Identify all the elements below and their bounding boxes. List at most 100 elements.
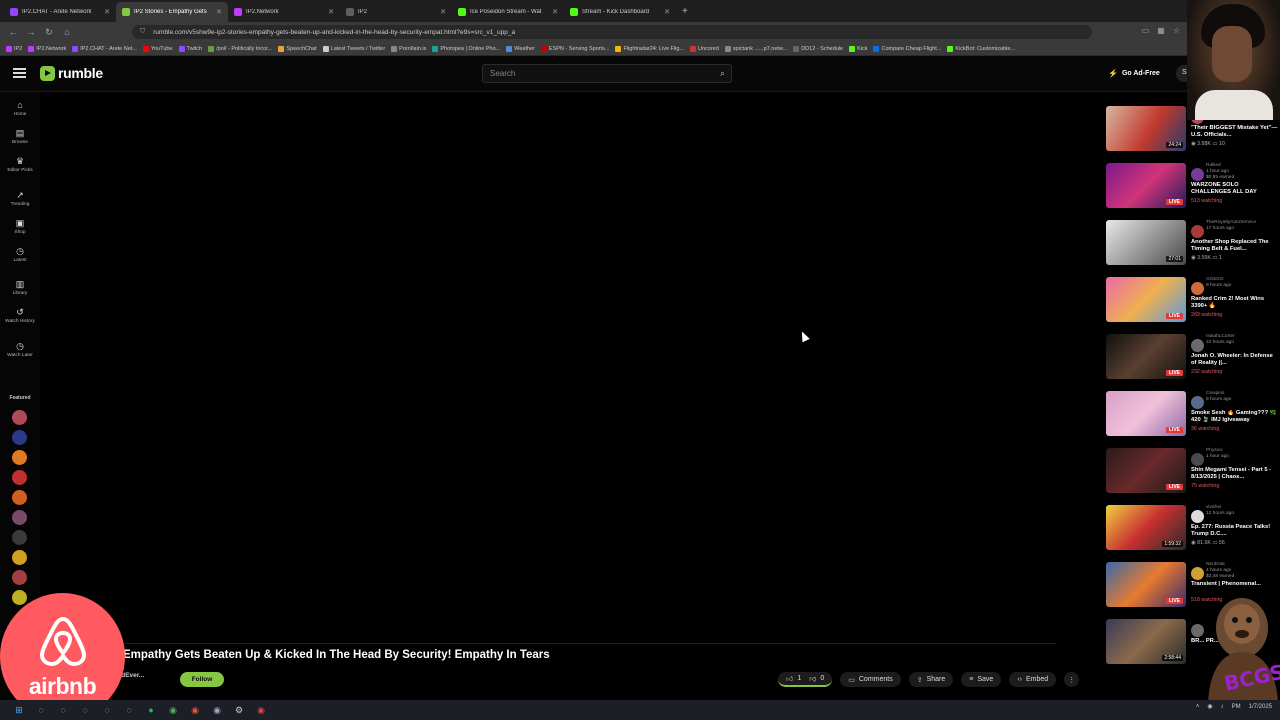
taskbar-app-icon[interactable]: ◌: [99, 704, 115, 716]
search-icon[interactable]: ⌕: [720, 68, 725, 79]
recording-icon[interactable]: ◉: [253, 704, 269, 716]
bookmark-item[interactable]: spictank ......p7.netw...: [724, 45, 787, 52]
browser-tab[interactable]: Stream - Kick Dashboard ✕: [564, 2, 676, 22]
taskbar-app-icon[interactable]: ◌: [121, 704, 137, 716]
video-thumbnail[interactable]: LIVE: [1106, 391, 1186, 436]
bookmark-item[interactable]: KickBot: Customizable...: [947, 45, 1015, 52]
site-info-icon[interactable]: ⛉: [140, 28, 145, 36]
featured-channel-avatar[interactable]: [12, 530, 27, 545]
recommended-video[interactable]: LIVE GritsGG 9 hours ago Ranked Crim 2! Mos…: [1106, 277, 1278, 333]
video-title[interactable]: "Their BIGGEST Mistake Yet"—U.S. Officia…: [1191, 125, 1279, 139]
go-ad-free-button[interactable]: ⚡ Go Ad-Free: [1108, 69, 1160, 78]
comments-button[interactable]: ▭ Comments: [840, 672, 901, 687]
featured-channel-avatar[interactable]: [12, 470, 27, 485]
bookmark-item[interactable]: IP2.CHAT - Arete Net...: [72, 45, 137, 52]
browser-icon[interactable]: ◉: [187, 704, 203, 716]
more-options-icon[interactable]: ⋮: [1064, 672, 1080, 687]
steam-icon[interactable]: ◉: [209, 704, 225, 716]
home-button-icon[interactable]: ⌂: [58, 27, 76, 37]
chrome-icon[interactable]: ◉: [165, 704, 181, 716]
menu-icon[interactable]: [13, 68, 26, 78]
featured-channel-avatar[interactable]: [12, 550, 27, 565]
embed-button[interactable]: ‹› Embed: [1009, 672, 1057, 687]
network-icon[interactable]: ◉: [1207, 703, 1212, 710]
recommended-video[interactable]: LIVE Rallied 1 hour ago $0.55 earned WARZONE…: [1106, 163, 1278, 219]
recommended-video[interactable]: 27:01 TheRoyaltyAutoService 17 hours ago An…: [1106, 220, 1278, 276]
featured-channel-avatar[interactable]: [12, 410, 27, 425]
cast-icon[interactable]: ▭: [1142, 26, 1150, 35]
video-thumbnail[interactable]: 1:59:32: [1106, 505, 1186, 550]
taskbar-app-icon[interactable]: ◌: [55, 704, 71, 716]
reload-icon[interactable]: ↻: [40, 27, 58, 38]
close-tab-icon[interactable]: ✕: [664, 8, 670, 16]
featured-channel-avatar[interactable]: [12, 590, 27, 605]
rumble-logo[interactable]: rumble: [40, 65, 103, 81]
bookmark-item[interactable]: Uncored: [689, 45, 719, 52]
recommended-video[interactable]: LIVE Cewpins 9 hours ago Smoke Sesh 🔥 Gamin…: [1106, 391, 1278, 447]
featured-channel-avatar[interactable]: [12, 570, 27, 585]
video-thumbnail[interactable]: 27:01: [1106, 220, 1186, 265]
bookmark-item[interactable]: Latest Tweets / Twitter: [322, 45, 385, 52]
taskbar-app-icon[interactable]: ◌: [77, 704, 93, 716]
extensions-icon[interactable]: ▦: [1157, 26, 1165, 35]
bookmark-item[interactable]: PornIlain.is: [391, 45, 426, 52]
clock-date[interactable]: 1/7/2025: [1249, 704, 1272, 710]
sidebar-item[interactable]: ▥ Library: [0, 279, 40, 297]
close-tab-icon[interactable]: ✕: [216, 8, 222, 16]
bookmark-item[interactable]: YouTube: [142, 45, 173, 52]
back-icon[interactable]: ←: [4, 27, 22, 37]
video-title[interactable]: Smoke Sesh 🔥 Gaming??? 🌿 420 🍃 IMJ Igive…: [1191, 410, 1279, 424]
volume-icon[interactable]: ♪: [1221, 704, 1224, 710]
sidebar-item[interactable]: ▤ Browse: [0, 128, 40, 146]
recommended-video[interactable]: LIVE IsaiahLCarter 22 hours ago Jonah O. Wh…: [1106, 334, 1278, 390]
video-title[interactable]: Ep. 277: Russia Peace Talks! Trump D.C..…: [1191, 524, 1279, 538]
recommended-video[interactable]: 1:59:32 vivafrei 12 hours ago Ep. 277: Russ…: [1106, 505, 1278, 561]
recommended-video[interactable]: LIVE Physicx 1 hour ago Shin Megami Tensei …: [1106, 448, 1278, 504]
video-thumbnail[interactable]: 2:58:44: [1106, 619, 1186, 664]
windows-start-icon[interactable]: ⊞: [11, 704, 27, 716]
sidebar-item[interactable]: ▣ Shop: [0, 218, 40, 236]
browser-tab[interactable]: IP2 Stories - Empathy Gets ✕: [116, 2, 228, 22]
close-tab-icon[interactable]: ✕: [328, 8, 334, 16]
forward-icon[interactable]: →: [22, 27, 40, 37]
sidebar-item[interactable]: ⌂ Home: [0, 100, 40, 118]
featured-channel-avatar[interactable]: [12, 490, 27, 505]
video-thumbnail[interactable]: 24:24: [1106, 106, 1186, 151]
sidebar-item[interactable]: ◷ Latest: [0, 246, 40, 264]
featured-channel-avatar[interactable]: [12, 430, 27, 445]
clock-time[interactable]: PM: [1232, 704, 1241, 710]
video-title[interactable]: WARZONE SOLO CHALLENGES ALL DAY: [1191, 182, 1279, 196]
video-thumbnail[interactable]: LIVE: [1106, 277, 1186, 322]
bookmark-item[interactable]: ESPN - Serving Sports...: [540, 45, 609, 52]
settings-icon[interactable]: ⚙: [231, 704, 247, 716]
save-button[interactable]: ≡ Save: [961, 672, 1002, 687]
video-thumbnail[interactable]: LIVE: [1106, 448, 1186, 493]
video-thumbnail[interactable]: LIVE: [1106, 562, 1186, 607]
thumbs-up-icon[interactable]: 👍︎: [786, 674, 793, 683]
browser-tab[interactable]: Ice Poseidon Stream - Wat ✕: [452, 2, 564, 22]
url-field[interactable]: ⛉ rumble.com/v5shw9e-ip2-stories-empathy…: [132, 25, 1092, 39]
bookmark-item[interactable]: SpeechChat: [278, 45, 317, 52]
featured-channel-avatar[interactable]: [12, 510, 27, 525]
bookmark-item[interactable]: Twitch: [178, 45, 202, 52]
featured-channel-avatar[interactable]: [12, 450, 27, 465]
video-title[interactable]: Transient | Phenomenal...: [1191, 581, 1279, 588]
sidebar-item[interactable]: ↺ Watch History: [0, 307, 40, 325]
new-tab-icon[interactable]: +: [682, 6, 688, 17]
bookmark-item[interactable]: /pol/ - Politically Incor...: [208, 45, 272, 52]
video-title[interactable]: Shin Megami Tensei - Part 5 - 8/13/2025 …: [1191, 467, 1279, 481]
bookmark-item[interactable]: Kick: [849, 45, 867, 52]
sidebar-item[interactable]: ↗ Trending: [0, 190, 40, 208]
bookmark-item[interactable]: IP2.Network: [28, 45, 66, 52]
close-tab-icon[interactable]: ✕: [552, 8, 558, 16]
bookmark-item[interactable]: IP2: [6, 45, 22, 52]
bookmark-item[interactable]: Weather: [506, 45, 535, 52]
bookmark-item[interactable]: Photopea | Online Pho...: [432, 45, 500, 52]
browser-tab[interactable]: IP2.CHAT - Arete Network ✕: [4, 2, 116, 22]
spotify-icon[interactable]: ●: [143, 704, 159, 716]
chevron-up-icon[interactable]: ˄: [1196, 704, 1200, 710]
bookmark-star-icon[interactable]: ☆: [1173, 26, 1180, 35]
video-title[interactable]: Jonah O. Wheeler: In Defense of Reality …: [1191, 353, 1279, 367]
sidebar-item[interactable]: ♛ Editor Picks: [0, 156, 40, 174]
browser-tab[interactable]: IP2.Network ✕: [228, 2, 340, 22]
